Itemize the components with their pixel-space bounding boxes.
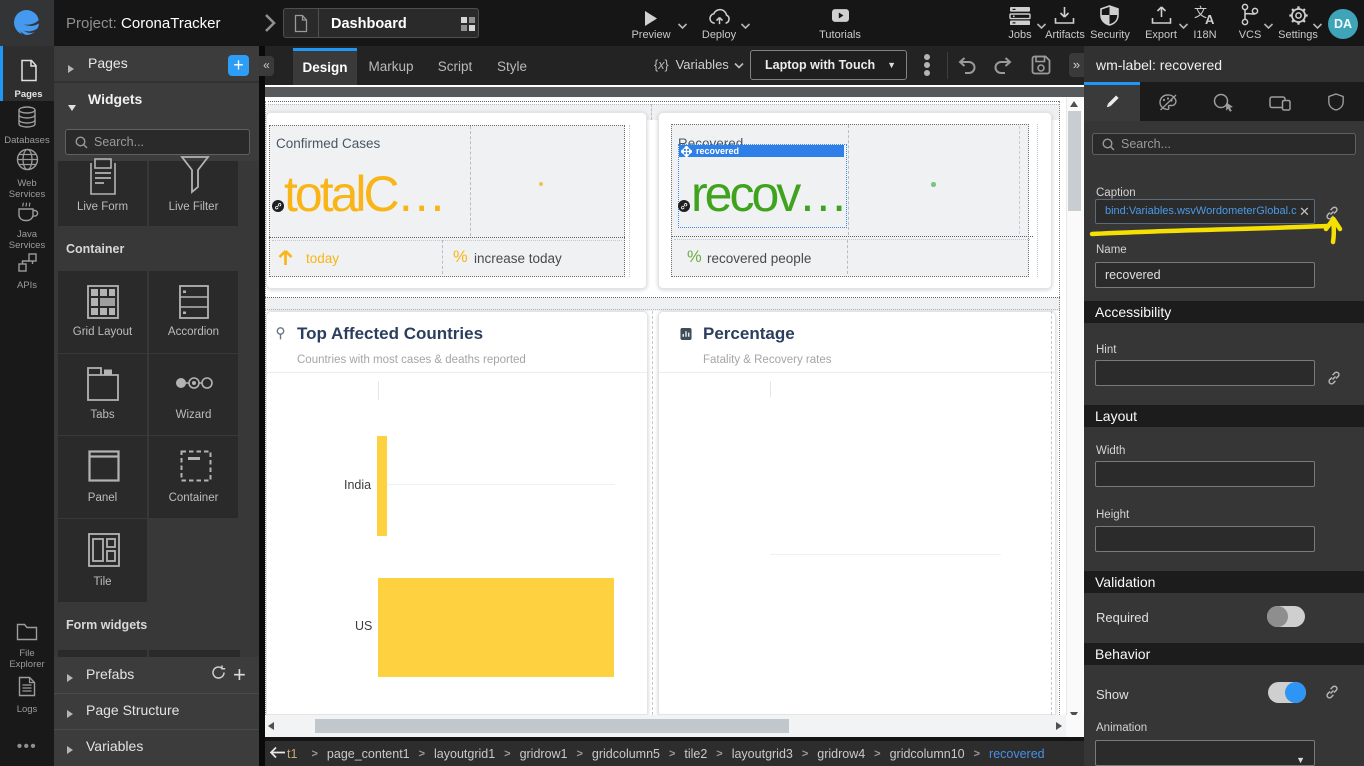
svg-text:A: A [1205,12,1215,26]
